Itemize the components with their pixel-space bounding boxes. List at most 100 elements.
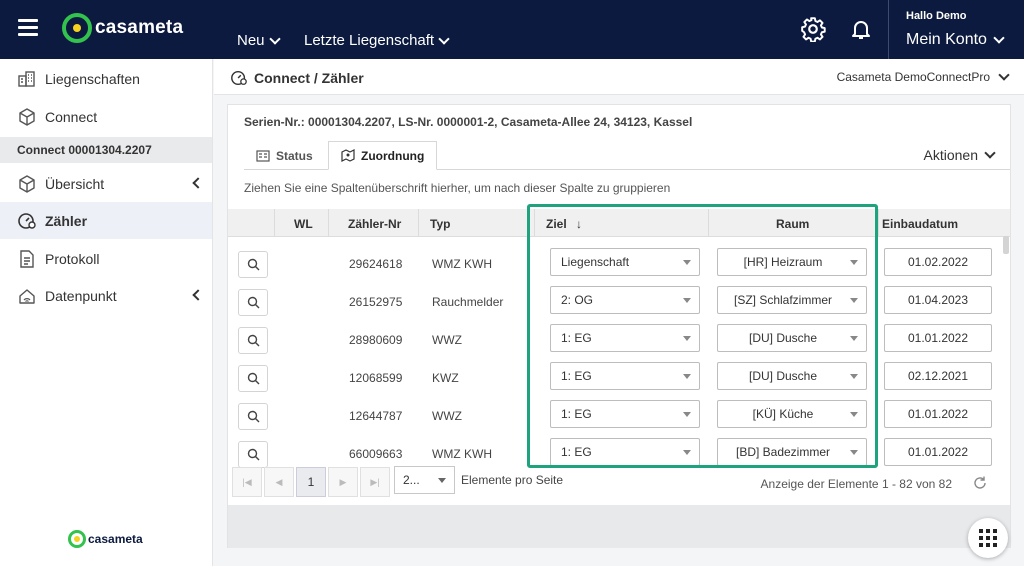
sidebar-item-label: Protokoll [45, 250, 100, 267]
sidebar: Liegenschaften Connect Connect 00001304.… [0, 59, 213, 566]
nav-new-menu[interactable]: Neu [237, 32, 281, 49]
search-icon[interactable] [238, 403, 268, 430]
map-pin-icon [341, 149, 355, 162]
meter-number: 29624618 [349, 257, 403, 271]
meter-number: 12644787 [349, 409, 403, 423]
meter-type: Rauchmelder [432, 295, 504, 309]
install-date-field[interactable]: 01.01.2022 [884, 400, 992, 428]
grid-icon [979, 529, 997, 547]
meter-type: WMZ KWH [432, 257, 492, 271]
sidebar-item-label: Datenpunkt [45, 287, 117, 304]
nav-last-property-menu[interactable]: Letzte Liegenschaft [304, 32, 450, 49]
sidebar-item-liegenschaften[interactable]: Liegenschaften [0, 60, 212, 97]
hamburger-menu-icon[interactable] [18, 19, 38, 36]
buildings-icon [17, 69, 37, 89]
actions-menu[interactable]: Aktionen [924, 147, 996, 163]
meter-type: WWZ [432, 333, 462, 347]
column-header-wl[interactable]: WL [294, 217, 313, 231]
tab-status[interactable]: Status [244, 141, 325, 170]
sidebar-item-label: Übersicht [45, 175, 105, 192]
sidebar-item-uebersicht[interactable]: Übersicht [0, 165, 212, 202]
install-date-field[interactable]: 01.02.2022 [884, 248, 992, 276]
account-label: Mein Konto [906, 31, 987, 48]
page-size-select[interactable]: 2... [394, 466, 455, 494]
id-card-icon [256, 149, 270, 162]
install-date-field[interactable]: 01.01.2022 [884, 438, 992, 466]
dropdown-arrow-icon [438, 478, 446, 483]
column-separator [418, 209, 419, 237]
chevron-down-icon [998, 69, 1010, 81]
bell-icon[interactable] [849, 16, 873, 42]
nav-last-label: Letzte Liegenschaft [304, 32, 435, 49]
install-date-field[interactable]: 01.01.2022 [884, 324, 992, 352]
page-size-value: 2... [403, 473, 420, 487]
sidebar-item-label: Connect [45, 108, 98, 125]
chevron-down-icon [268, 32, 281, 45]
column-separator [328, 209, 329, 237]
brand-logo[interactable]: casameta [62, 13, 183, 43]
tab-zuordnung[interactable]: Zuordnung [328, 141, 438, 170]
card-footer-area [228, 505, 1010, 548]
meter-type: WMZ KWH [432, 447, 492, 461]
document-icon [17, 249, 37, 269]
page-header: Connect / Zähler Casameta DemoConnectPro [214, 59, 1024, 95]
chevron-down-icon [984, 147, 996, 159]
tab-bar: Status Zuordnung [244, 141, 1010, 170]
item-count: Anzeige der Elemente 1 - 82 von 82 [760, 477, 952, 491]
grouping-drop-zone[interactable]: Ziehen Sie eine Spaltenüberschrift hierh… [244, 181, 670, 195]
logo-mark-icon [62, 13, 92, 43]
meter-type: KWZ [432, 371, 459, 385]
column-separator [878, 209, 879, 237]
per-page-label: Elemente pro Seite [461, 473, 564, 487]
install-date-field[interactable]: 02.12.2021 [884, 362, 992, 390]
gear-icon[interactable] [800, 16, 826, 42]
grid-scrollbar[interactable] [1003, 236, 1009, 254]
tenant-name: Casameta DemoConnectPro [836, 70, 990, 84]
apps-grid-button[interactable] [968, 518, 1008, 558]
sidebar-item-protokoll[interactable]: Protokoll [0, 240, 212, 277]
chevron-down-icon [993, 32, 1005, 44]
search-icon[interactable] [238, 251, 268, 278]
page-title: Connect / Zähler [230, 69, 364, 87]
tab-label: Zuordnung [361, 148, 425, 163]
column-header-typ[interactable]: Typ [430, 217, 450, 231]
search-icon[interactable] [238, 365, 268, 392]
sidebar-item-zaehler[interactable]: Zähler [0, 202, 212, 239]
meter-icon [17, 211, 37, 231]
box-icon [17, 174, 37, 194]
box-icon [17, 107, 37, 127]
nav-new-label: Neu [237, 32, 265, 49]
greeting-text: Hallo Demo [906, 10, 967, 22]
column-header-zaehler-nr[interactable]: Zähler-Nr [348, 217, 401, 231]
search-icon[interactable] [238, 327, 268, 354]
prev-page-button[interactable]: ◀ [264, 467, 294, 497]
top-bar: casameta Neu Letzte Liegenschaft Hallo D… [0, 0, 1024, 59]
logo-mark-icon [68, 530, 86, 548]
search-icon[interactable] [238, 441, 268, 468]
install-date-field[interactable]: 01.04.2023 [884, 286, 992, 314]
account-menu[interactable]: Mein Konto [906, 31, 1005, 49]
tenant-selector[interactable]: Casameta DemoConnectPro [836, 69, 1010, 84]
current-page-button[interactable]: 1 [296, 467, 326, 497]
highlight-box [527, 204, 878, 468]
sidebar-section-title: Connect 00001304.2207 [0, 137, 212, 163]
sidebar-item-label: Liegenschaften [45, 70, 140, 87]
refresh-icon[interactable] [972, 475, 988, 491]
wifi-house-icon [17, 286, 37, 306]
search-icon[interactable] [238, 289, 268, 316]
first-page-button[interactable]: |◀ [232, 467, 262, 497]
header-divider [888, 0, 889, 59]
meter-number: 12068599 [349, 371, 403, 385]
chevron-left-icon[interactable] [192, 289, 204, 301]
tab-label: Status [276, 148, 313, 163]
sidebar-item-label: Zähler [45, 212, 88, 229]
next-page-button[interactable]: ▶ [328, 467, 358, 497]
meter-number: 28980609 [349, 333, 403, 347]
serial-info: Serien-Nr.: 00001304.2207, LS-Nr. 000000… [244, 115, 693, 129]
column-header-einbaudatum[interactable]: Einbaudatum [882, 217, 958, 231]
sidebar-item-connect[interactable]: Connect [0, 98, 212, 135]
sidebar-logo-text: casameta [88, 532, 143, 546]
sidebar-item-datenpunkt[interactable]: Datenpunkt [0, 277, 212, 314]
chevron-left-icon[interactable] [192, 177, 204, 189]
last-page-button[interactable]: ▶| [360, 467, 390, 497]
